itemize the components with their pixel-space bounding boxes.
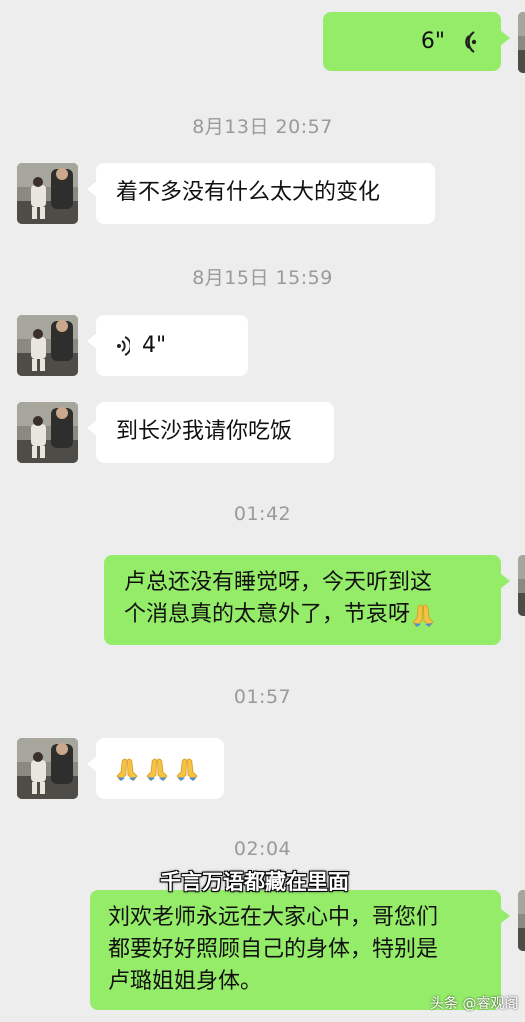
voice-wave-icon	[459, 30, 479, 53]
self-avatar[interactable]	[518, 890, 525, 951]
message-line: 个消息真的太意外了，节哀呀	[124, 602, 411, 627]
timestamp: 02:04	[233, 838, 292, 860]
message-text: 到长沙我请你吃饭	[116, 419, 293, 444]
contact-avatar[interactable]	[17, 315, 78, 376]
contact-avatar[interactable]	[17, 738, 78, 799]
contact-avatar[interactable]	[17, 402, 78, 463]
message-line: 卢总还没有睡觉呀，今天听到这	[124, 570, 433, 595]
timestamp: 8月15日 15:59	[192, 267, 333, 289]
pray-hands-emoji	[174, 756, 200, 782]
incoming-text-message[interactable]: 到长沙我请你吃饭	[87, 402, 334, 463]
incoming-text-message[interactable]: 着不多没有什么太大的变化	[87, 163, 435, 224]
timestamp: 01:42	[233, 503, 292, 525]
incoming-emoji-message[interactable]	[87, 738, 224, 799]
outgoing-voice-message[interactable]: 6"	[323, 12, 510, 71]
pray-hands-emoji	[410, 602, 436, 628]
incoming-voice-message[interactable]: 4"	[87, 315, 248, 376]
outgoing-text-message[interactable]: 卢总还没有睡觉呀，今天听到这 个消息真的太意外了，节哀呀	[104, 555, 510, 645]
self-avatar[interactable]	[518, 555, 525, 616]
outgoing-text-message[interactable]: 刘欢老师永远在大家心中，哥您们 都要好好照顾自己的身体，特别是 卢璐姐姐身体。	[90, 890, 510, 1010]
message-line: 刘欢老师永远在大家心中，哥您们	[108, 905, 439, 930]
voice-duration: 6"	[420, 28, 445, 54]
watermark: 头条 @睿观阁	[430, 996, 519, 1012]
voice-wave-icon	[116, 335, 132, 357]
voice-duration: 4"	[142, 332, 167, 358]
video-caption: 千言万语都藏在里面	[160, 870, 349, 894]
timestamp: 01:57	[233, 686, 292, 708]
timestamp: 8月13日 20:57	[192, 116, 333, 138]
message-text: 着不多没有什么太大的变化	[116, 180, 381, 205]
self-avatar[interactable]	[518, 12, 525, 73]
pray-hands-emoji	[114, 756, 140, 782]
message-line: 都要好好照顾自己的身体，特别是	[108, 937, 439, 962]
pray-hands-emoji	[144, 756, 170, 782]
message-line: 卢璐姐姐身体。	[108, 969, 263, 994]
contact-avatar[interactable]	[17, 163, 78, 224]
